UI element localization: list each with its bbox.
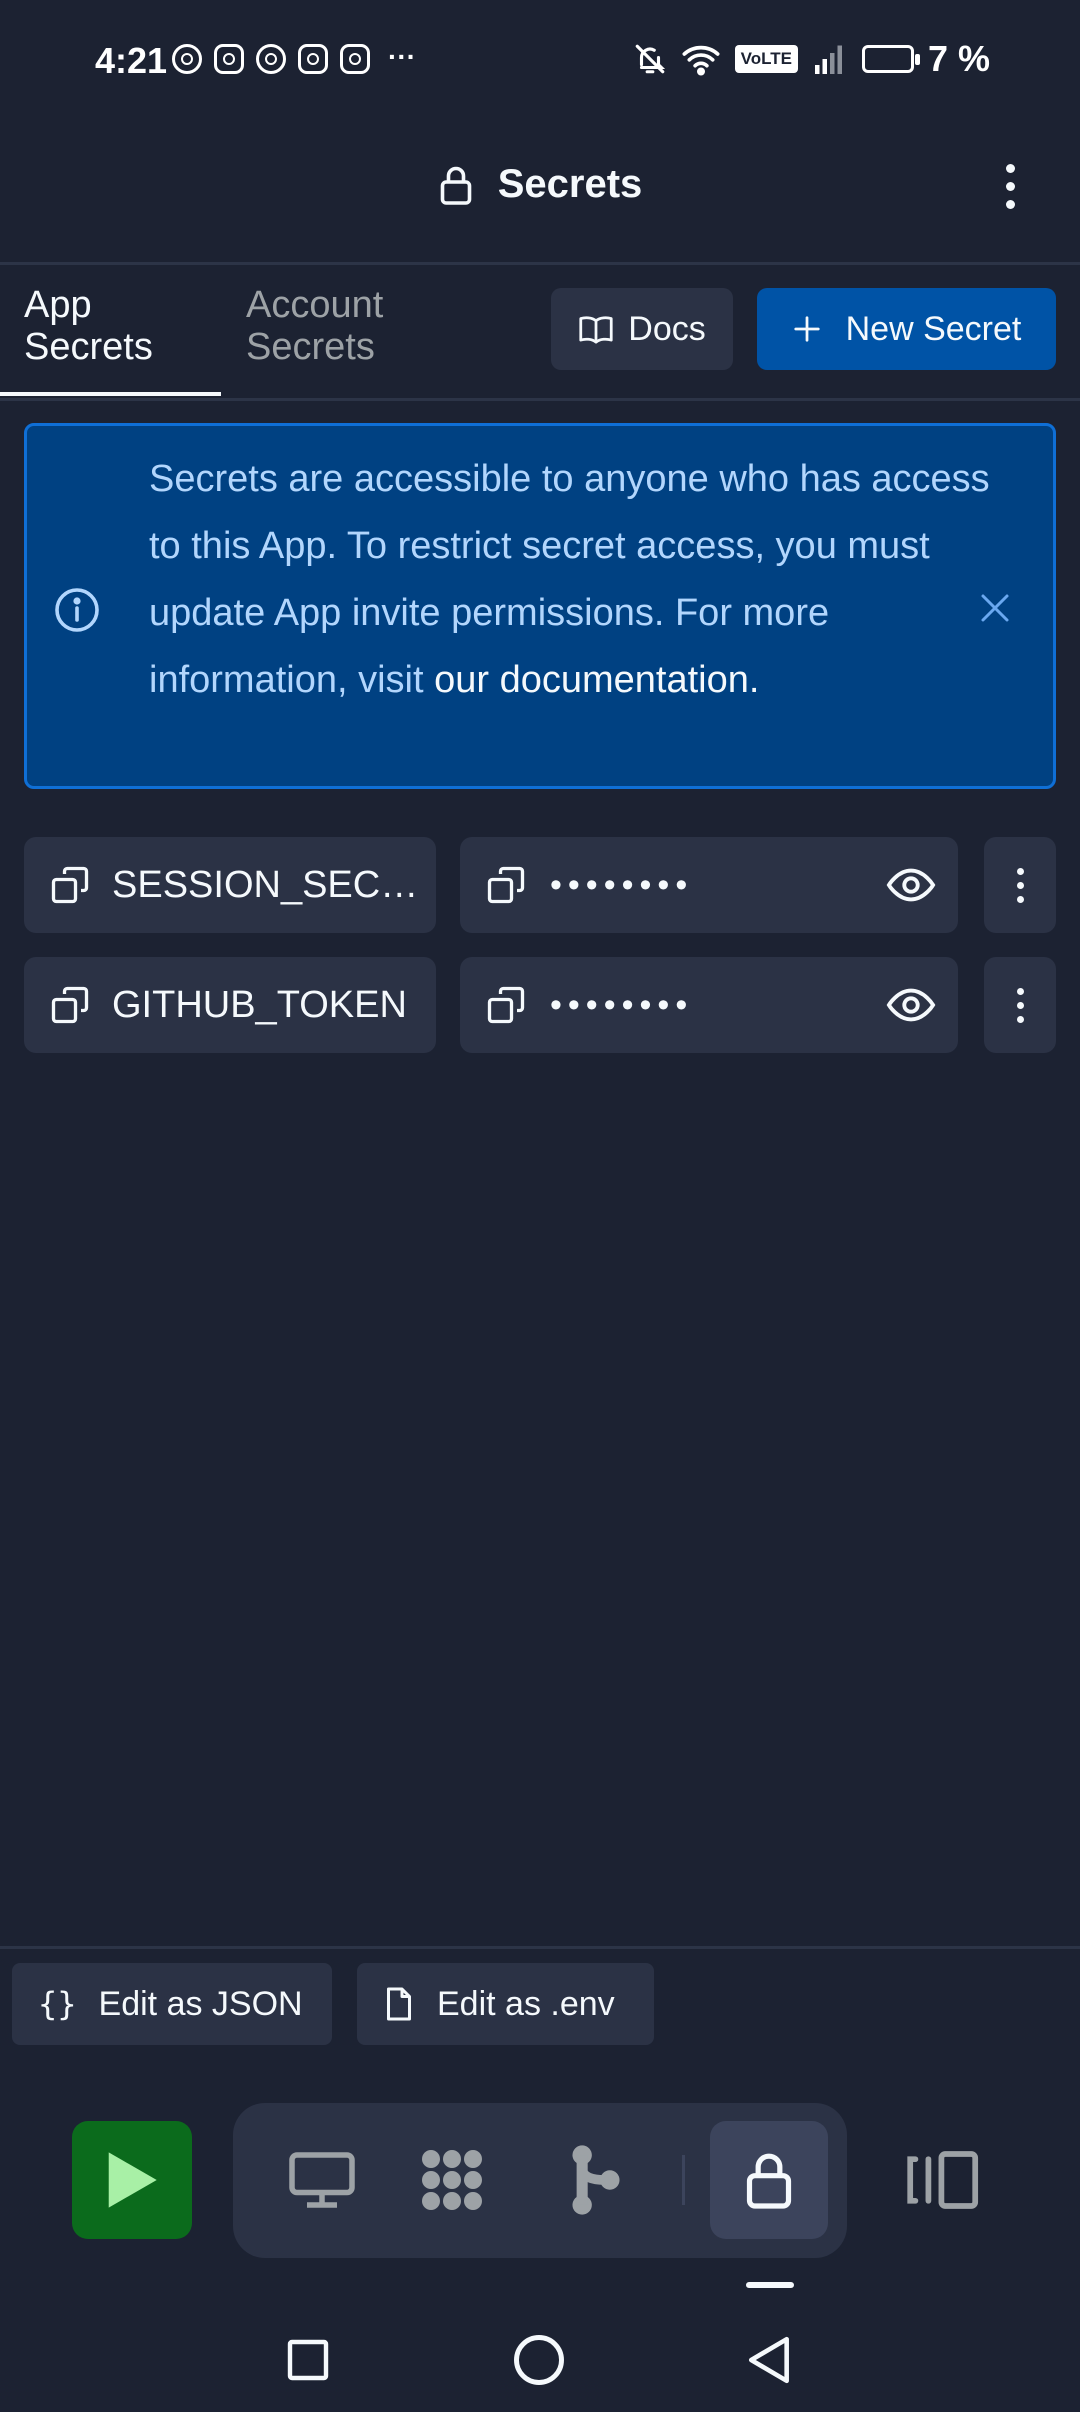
triangle-back-icon [748, 2336, 789, 2384]
mute-icon [635, 44, 665, 74]
status-time: 4:21 [95, 40, 168, 81]
eye-icon[interactable] [886, 865, 936, 905]
close-icon[interactable] [977, 590, 1013, 626]
dock-webview[interactable] [263, 2121, 381, 2239]
plus-icon [794, 316, 820, 342]
system-nav-bar [0, 2300, 1080, 2412]
edit-as-json-label: Edit as JSON [98, 1984, 303, 2023]
copy-icon[interactable] [484, 863, 528, 907]
secret-key-text: SESSION_SECRET [112, 863, 422, 906]
a-icon [256, 44, 286, 74]
copy-icon[interactable] [48, 983, 92, 1027]
dot [1016, 1001, 1024, 1009]
status-bar: 4:21 ··· VoLTE 7 % [0, 0, 1080, 126]
eye-icon[interactable] [886, 985, 936, 1025]
monitor-icon [289, 2152, 355, 2208]
back-button[interactable] [740, 2330, 800, 2390]
panel-toggle-icon [907, 2151, 979, 2209]
edit-as-env-button[interactable]: Edit as .env [357, 1963, 654, 2045]
dot [1016, 1015, 1024, 1023]
instagram-icon [340, 44, 370, 74]
notification-icons: ··· [172, 41, 416, 74]
secret-key-field[interactable]: SESSION_SECRET [24, 837, 436, 933]
banner-message: Secrets are accessible to anyone who has… [149, 446, 999, 714]
copy-icon[interactable] [48, 863, 92, 907]
book-icon [579, 316, 613, 344]
play-icon [108, 2152, 157, 2208]
info-banner: Secrets are accessible to anyone who has… [24, 423, 1056, 789]
tab-account-secrets-line2: Secrets [246, 326, 375, 368]
git-icon [572, 2145, 620, 2215]
dot [1016, 881, 1024, 889]
instagram-icon [214, 44, 244, 74]
new-secret-button[interactable]: New Secret [757, 288, 1056, 370]
lock-icon [440, 166, 472, 205]
active-tab-indicator [0, 392, 221, 396]
header-title-group: Secrets [0, 162, 1080, 207]
tab-app-secrets[interactable]: App Secrets [24, 284, 153, 368]
secret-key-field[interactable]: GITHUB_TOKEN [24, 957, 436, 1053]
whatsapp-icon [172, 44, 202, 74]
app-header: Secrets [0, 126, 1080, 265]
secret-value-masked: •••••••• [550, 985, 694, 1024]
signal-icon [814, 45, 842, 74]
more-notifications-icon: ··· [388, 41, 416, 72]
new-secret-label: New Secret [845, 309, 1022, 348]
edit-bar-divider [0, 1946, 1080, 1949]
dock-git[interactable] [537, 2121, 655, 2239]
dot [1016, 987, 1024, 995]
page-title: Secrets [497, 162, 643, 206]
system-icons: VoLTE 7 % [633, 38, 990, 80]
dot [1005, 163, 1015, 173]
secret-value-field[interactable]: •••••••• [460, 837, 958, 933]
recents-button[interactable] [278, 2330, 338, 2390]
braces-icon: {} [38, 1985, 77, 2023]
lock-icon [746, 2153, 792, 2209]
secret-more-menu-button[interactable] [984, 957, 1056, 1053]
tab-account-secrets-line1: Account [246, 284, 384, 326]
copy-icon[interactable] [484, 983, 528, 1027]
dot [1005, 181, 1015, 191]
run-button[interactable] [72, 2121, 192, 2239]
secret-row: SESSION_SECRET •••••••• [24, 837, 1056, 933]
tab-app-secrets-line2: Secrets [24, 326, 153, 368]
documentation-link[interactable]: our documentation. [434, 659, 759, 701]
dock-divider [682, 2155, 685, 2205]
panel-toggle-button[interactable] [905, 2148, 983, 2217]
dock-secrets[interactable] [710, 2121, 828, 2239]
dock-packages[interactable] [393, 2121, 511, 2239]
secret-key-text: GITHUB_TOKEN [112, 983, 407, 1026]
tab-account-secrets[interactable]: Account Secrets [246, 284, 383, 368]
edit-as-env-label: Edit as .env [437, 1984, 615, 2023]
secret-value-masked: •••••••• [550, 865, 694, 904]
dot [1016, 895, 1024, 903]
volte-icon: VoLTE [734, 45, 798, 73]
secrets-tabs-bar: App Secrets Account Secrets Docs New Sec… [0, 262, 1080, 401]
gesture-pill [746, 2282, 794, 2288]
dot [1016, 867, 1024, 875]
docs-button[interactable]: Docs [551, 288, 733, 370]
secret-row: GITHUB_TOKEN •••••••• [24, 957, 1056, 1053]
wifi-icon [682, 45, 720, 76]
home-button[interactable] [509, 2330, 569, 2390]
packages-icon [422, 2150, 482, 2210]
edit-as-json-button[interactable]: {} Edit as JSON [12, 1963, 332, 2045]
circle-icon [514, 2335, 564, 2385]
info-icon [55, 588, 99, 632]
secret-value-field[interactable]: •••••••• [460, 957, 958, 1053]
square-icon [287, 2339, 329, 2381]
docs-label: Docs [628, 309, 706, 348]
battery-icon [861, 45, 920, 73]
dot [1005, 199, 1015, 209]
instagram-icon [298, 44, 328, 74]
tab-app-secrets-line1: App [24, 284, 92, 326]
secret-more-menu-button[interactable] [984, 837, 1056, 933]
battery-level: 7 % [927, 38, 990, 79]
tool-dock [233, 2103, 847, 2258]
header-more-menu-button[interactable] [980, 156, 1040, 216]
file-icon [387, 1987, 411, 2021]
